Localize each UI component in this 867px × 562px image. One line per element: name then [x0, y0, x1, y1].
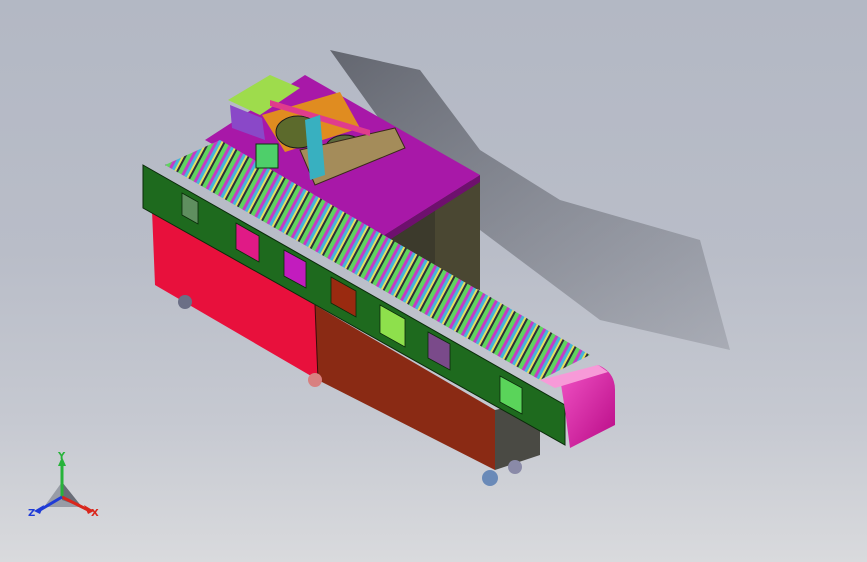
cad-viewport[interactable]: Y X Z [0, 0, 867, 562]
x-axis-label: X [91, 508, 99, 519]
z-axis-label: Z [28, 508, 35, 519]
orientation-triad: Y X Z [28, 451, 99, 519]
y-axis-label: Y [57, 451, 66, 462]
